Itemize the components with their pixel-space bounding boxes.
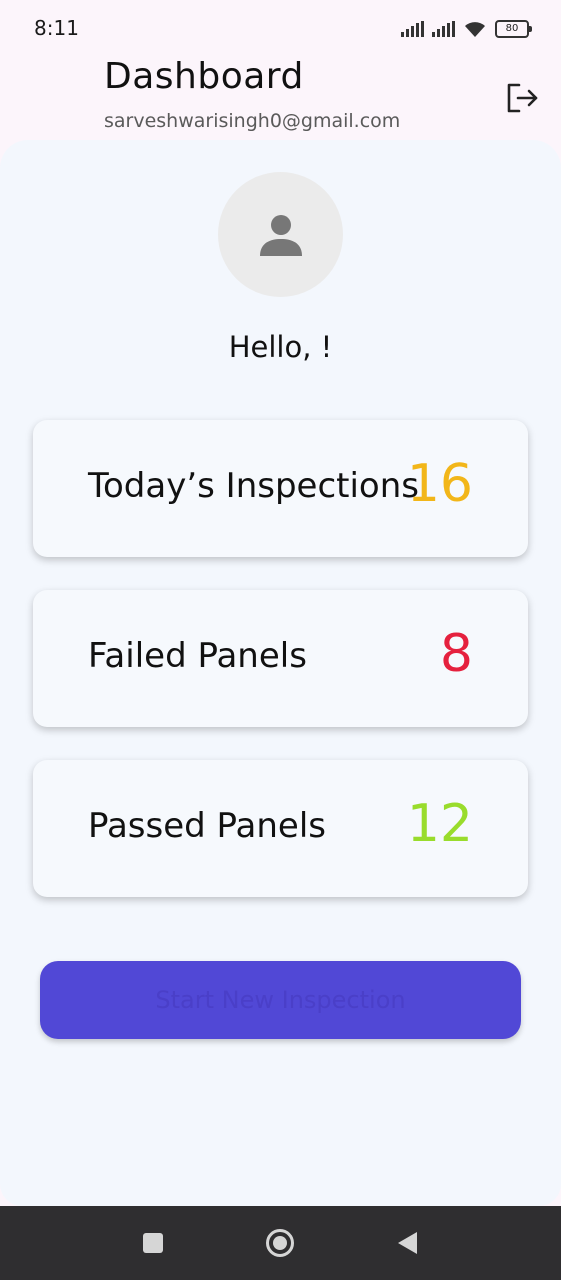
greeting: Hello, ! (228, 330, 333, 364)
person-icon (259, 214, 302, 256)
status-icons: 80 (401, 20, 532, 38)
wifi-icon (465, 22, 485, 37)
stat-value: 12 (406, 794, 473, 854)
status-time: 8:11 (34, 16, 79, 40)
main-content: Hello, ! Today’s Inspections 16 Failed P… (0, 140, 561, 1206)
system-nav-bar (0, 1206, 561, 1280)
recents-icon (143, 1233, 163, 1253)
battery-icon: 80 (495, 20, 532, 38)
recents-button[interactable] (138, 1228, 168, 1258)
signal-icon (432, 21, 455, 37)
back-button[interactable] (392, 1228, 422, 1258)
stat-card-failed-panels: Failed Panels 8 (33, 590, 528, 727)
stat-label: Failed Panels (88, 636, 307, 676)
logout-button[interactable] (504, 80, 540, 116)
home-button[interactable] (265, 1228, 295, 1258)
home-icon (266, 1229, 294, 1257)
logout-icon (507, 83, 538, 113)
stat-card-passed-panels: Passed Panels 12 (33, 760, 528, 897)
stat-card-todays-inspections: Today’s Inspections 16 (33, 420, 528, 557)
signal-icon (401, 21, 424, 37)
battery-level: 80 (505, 23, 519, 34)
page-title: Dashboard (104, 56, 304, 97)
stat-label: Today’s Inspections (88, 466, 419, 506)
status-bar: 8:11 80 (0, 0, 561, 56)
user-email: sarveshwarisingh0@gmail.com (104, 110, 401, 132)
stat-label: Passed Panels (88, 806, 326, 846)
avatar (218, 172, 343, 297)
stat-value: 8 (439, 624, 473, 684)
stat-value: 16 (406, 454, 473, 514)
back-icon (398, 1232, 417, 1254)
start-new-inspection-button[interactable]: Start New Inspection (40, 961, 521, 1039)
